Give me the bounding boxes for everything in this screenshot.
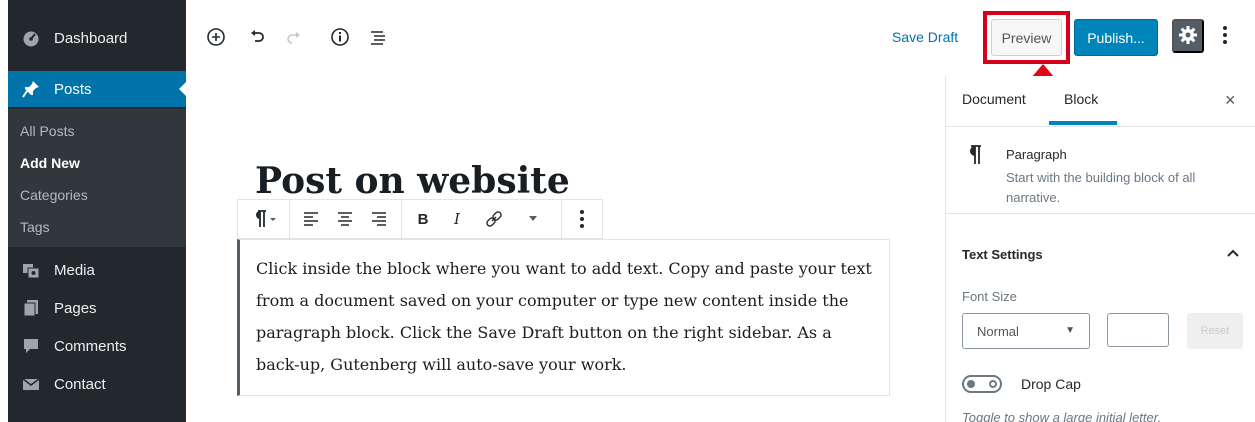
- submenu-item-add-new[interactable]: Add New: [20, 155, 80, 171]
- submenu-item-categories[interactable]: Categories: [20, 187, 88, 203]
- sidebar-item-label: Comments: [54, 337, 127, 355]
- gear-icon: [1178, 25, 1198, 48]
- paragraph-block[interactable]: Click inside the block where you want to…: [237, 239, 890, 396]
- chevron-down-icon[interactable]: [514, 199, 552, 239]
- formatting-group: B I: [402, 199, 562, 239]
- more-vertical-icon: [1222, 25, 1228, 50]
- save-draft-button[interactable]: Save Draft: [892, 29, 958, 45]
- sidebar-item-media[interactable]: Media: [8, 252, 186, 288]
- toggle-knob: [967, 380, 975, 388]
- link-icon[interactable]: [474, 199, 514, 239]
- font-size-select[interactable]: Normal ▼: [962, 313, 1090, 349]
- drop-cap-label: Drop Cap: [1021, 376, 1081, 392]
- pin-icon: [20, 80, 42, 98]
- info-icon[interactable]: [329, 26, 351, 48]
- align-center-icon[interactable]: [328, 199, 362, 239]
- tab-document[interactable]: Document: [962, 91, 1026, 107]
- submenu-item-tags[interactable]: Tags: [20, 219, 50, 235]
- drop-cap-help: Toggle to show a large initial letter.: [962, 410, 1162, 422]
- alignment-group: [290, 199, 402, 239]
- reset-button[interactable]: Reset: [1187, 313, 1243, 349]
- sidebar-item-label: Contact: [54, 375, 106, 393]
- settings-sidebar: Document Block × Paragraph Start with th…: [945, 76, 1255, 422]
- italic-button[interactable]: I: [440, 199, 474, 239]
- preview-button[interactable]: Preview: [991, 19, 1062, 56]
- chevron-down-icon: ▼: [1065, 325, 1075, 336]
- posts-submenu: All Posts Add New Categories Tags: [8, 109, 186, 247]
- outline-icon[interactable]: [367, 26, 389, 48]
- admin-sidebar: Dashboard Posts All Posts Add New Catego…: [8, 0, 187, 422]
- block-card-title: Paragraph: [1006, 147, 1067, 162]
- sidebar-item-posts[interactable]: Posts: [8, 71, 187, 107]
- sidebar-item-comments[interactable]: Comments: [8, 328, 186, 364]
- dashboard-icon: [20, 29, 42, 47]
- active-indicator: [179, 81, 187, 97]
- block-card: Paragraph Start with the building block …: [946, 127, 1255, 214]
- block-more-options[interactable]: [562, 199, 602, 239]
- paragraph-icon: [966, 144, 984, 172]
- redo-icon[interactable]: [283, 26, 305, 48]
- sidebar-item-pages[interactable]: Pages: [8, 290, 186, 326]
- mail-icon: [20, 375, 42, 393]
- editor-header: Save Draft Preview Publish...: [186, 0, 1255, 76]
- publish-button[interactable]: Publish...: [1074, 19, 1158, 56]
- block-toolbar: B I: [237, 199, 603, 239]
- undo-icon[interactable]: [246, 26, 268, 48]
- settings-button[interactable]: [1172, 19, 1204, 53]
- add-block-icon[interactable]: [205, 26, 227, 48]
- more-vertical-icon: [562, 199, 602, 239]
- tab-block[interactable]: Block: [1064, 91, 1098, 107]
- sidebar-item-label: Pages: [54, 299, 97, 317]
- post-title[interactable]: Post on website: [255, 160, 570, 202]
- sidebar-item-label: Media: [54, 261, 95, 279]
- custom-font-size-input[interactable]: [1107, 313, 1169, 347]
- paragraph-text[interactable]: Click inside the block where you want to…: [256, 253, 873, 381]
- pages-icon: [20, 299, 42, 317]
- panel-tabs: Document Block ×: [946, 76, 1255, 127]
- sidebar-item-label: Posts: [54, 80, 92, 98]
- align-right-icon[interactable]: [362, 199, 396, 239]
- paragraph-icon[interactable]: [238, 199, 289, 239]
- drop-cap-toggle[interactable]: [962, 375, 1002, 393]
- toggle-off-indicator: [989, 380, 997, 388]
- more-options-button[interactable]: [1218, 22, 1232, 52]
- align-left-icon[interactable]: [294, 199, 328, 239]
- font-size-value: Normal: [977, 323, 1019, 339]
- submenu-item-all-posts[interactable]: All Posts: [20, 123, 74, 139]
- block-card-description: Start with the building block of all nar…: [1006, 170, 1196, 205]
- close-icon[interactable]: ×: [1225, 90, 1236, 111]
- block-switcher[interactable]: [238, 199, 290, 239]
- media-icon: [20, 261, 42, 279]
- text-settings-header[interactable]: Text Settings: [962, 247, 1043, 262]
- font-size-label: Font Size: [962, 289, 1017, 304]
- active-tab-indicator: [1049, 121, 1117, 125]
- sidebar-item-label: Dashboard: [54, 29, 128, 47]
- comment-icon: [20, 337, 42, 355]
- bold-button[interactable]: B: [406, 199, 440, 239]
- chevron-up-icon[interactable]: [1227, 244, 1239, 262]
- sidebar-item-dashboard[interactable]: Dashboard: [8, 20, 186, 56]
- sidebar-item-contact[interactable]: Contact: [8, 366, 186, 402]
